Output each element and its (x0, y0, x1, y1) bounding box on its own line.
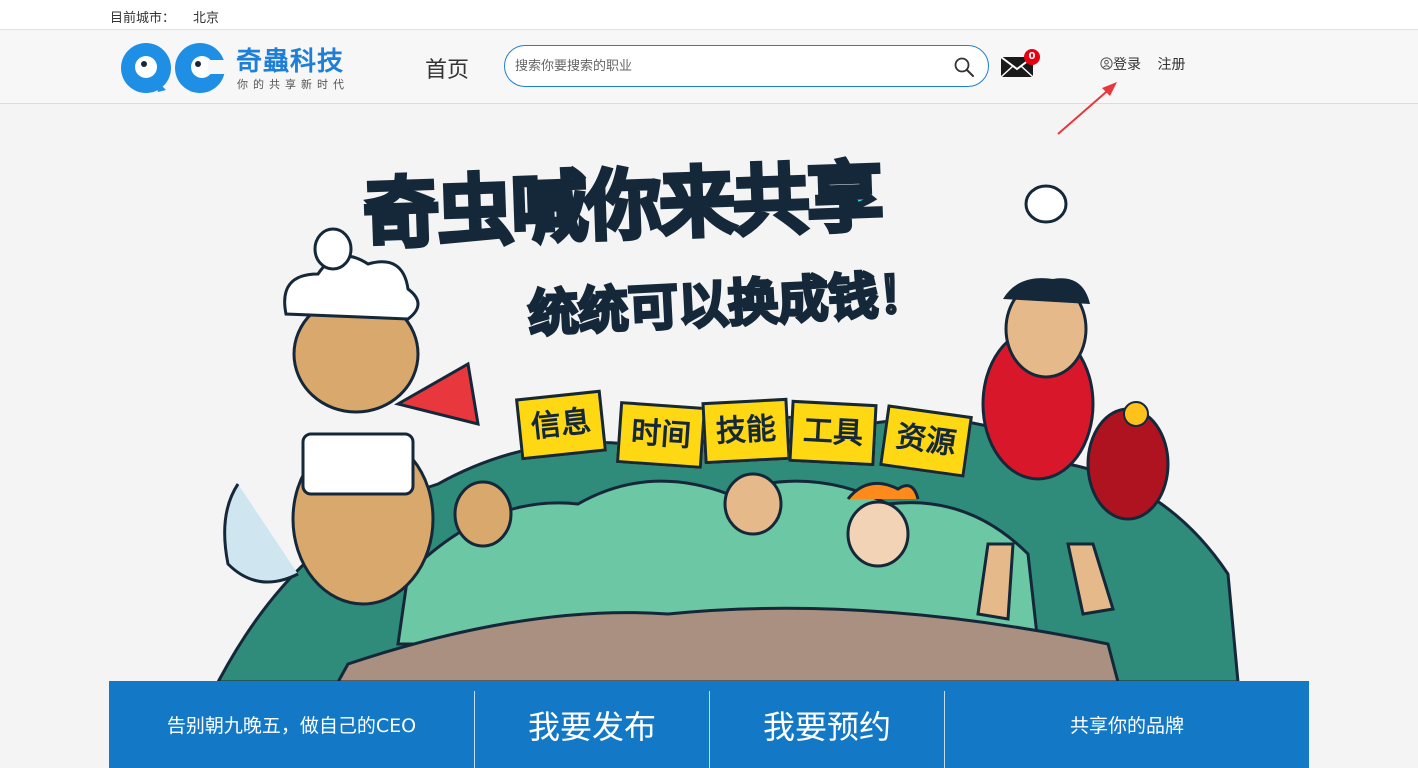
city-value[interactable]: 北京 (193, 7, 219, 26)
city-label: 目前城市： (110, 11, 176, 26)
reserve-button[interactable]: 我要预约 (710, 681, 944, 768)
publish-button[interactable]: 我要发布 (475, 681, 709, 768)
share-brand-link[interactable]: 共享你的品牌 (945, 681, 1309, 768)
header: 奇蟲科技 你的共享新时代 首页 0 登录 注册 (0, 30, 1418, 104)
logo-qc-icon (121, 43, 228, 93)
logo[interactable]: 奇蟲科技 你的共享新时代 (118, 40, 378, 96)
sign-time: 时间 (615, 401, 707, 469)
search-button[interactable] (952, 55, 976, 79)
slogan-link[interactable]: 告别朝九晚五，做自己的CEO (109, 681, 474, 768)
bottom-action-bar: 告别朝九晚五，做自己的CEO 我要发布 我要预约 共享你的品牌 (109, 681, 1309, 768)
nav-home-link[interactable]: 首页 (425, 52, 469, 84)
top-bar: 目前城市： 北京 (0, 0, 1418, 30)
banner-subtitle-part2: 换成钱！ (725, 263, 931, 334)
banner-title: 奇虫喊你来共享 (360, 150, 885, 261)
search-icon (954, 57, 974, 77)
register-link[interactable]: 注册 (1157, 57, 1185, 73)
mail-count-badge: 0 (1024, 49, 1040, 65)
login-label: 登录 (1113, 57, 1141, 73)
sign-skill: 技能 (701, 397, 791, 465)
mail-button[interactable]: 0 (1000, 49, 1040, 82)
hero-banner[interactable]: 奇虫喊你来共享 统统可以换成钱！ 信息 时间 技能 工具 资源 (108, 104, 1308, 682)
logo-brand-text: 奇蟲科技 (236, 47, 345, 77)
sign-tool: 工具 (788, 399, 878, 467)
search-box (504, 45, 989, 87)
auth-links: 登录 注册 (1100, 54, 1185, 74)
logo-slogan: 你的共享新时代 (237, 78, 349, 91)
user-icon (1100, 57, 1113, 70)
sign-info: 信息 (514, 389, 608, 461)
login-link[interactable]: 登录 (1100, 57, 1145, 73)
search-input[interactable] (515, 56, 935, 76)
banner-subtitle-part1: 统统可以 (525, 274, 731, 345)
sign-resource: 资源 (879, 404, 973, 478)
